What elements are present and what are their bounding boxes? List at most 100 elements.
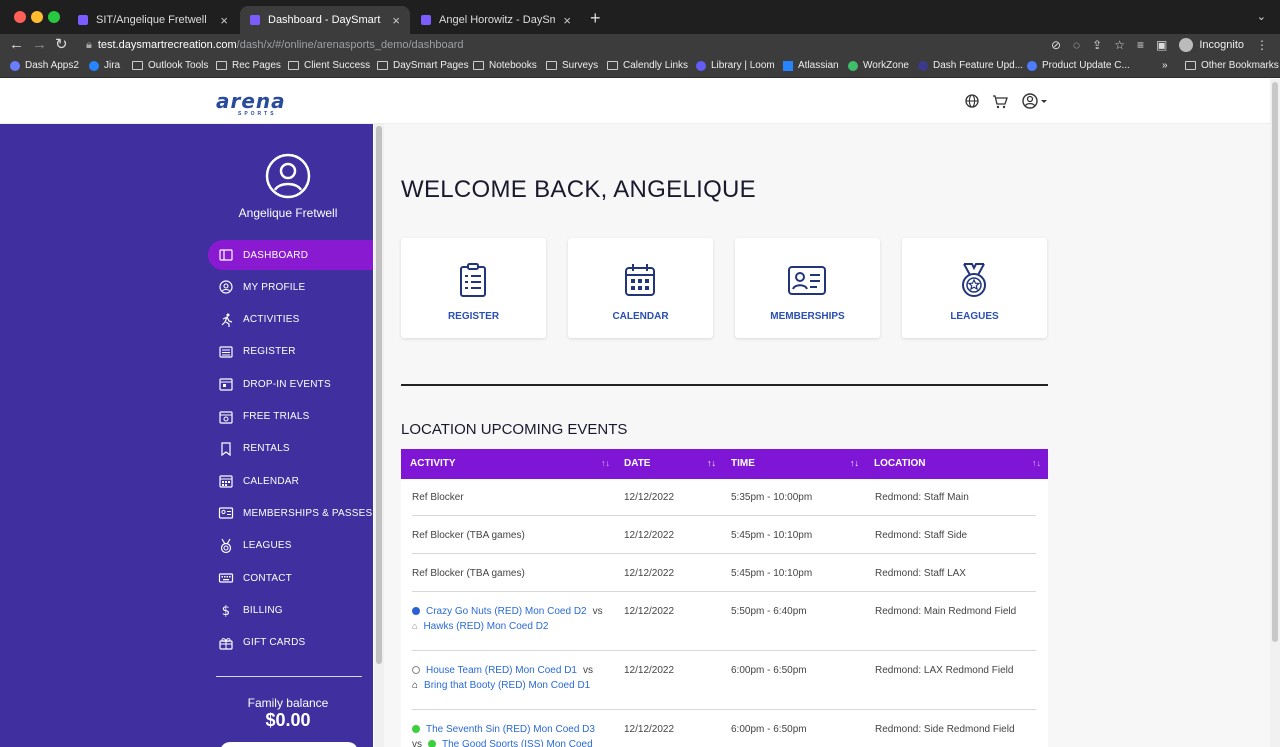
sidebar-item-register[interactable]: REGISTER	[208, 337, 373, 367]
side-panel-icon[interactable]: ▣	[1156, 38, 1167, 52]
bookmark-label: Library | Loom	[711, 60, 775, 71]
membership-icon	[218, 507, 234, 519]
sort-icon[interactable]: ↑↓	[601, 458, 610, 468]
bookmark-item[interactable]: Product Update C...	[1027, 60, 1130, 71]
bookmark-item[interactable]: Library | Loom	[696, 60, 775, 71]
close-window-button[interactable]	[14, 11, 26, 23]
bookmark-item[interactable]: WorkZone	[848, 60, 909, 71]
game-team-away[interactable]: ⌂ Hawks (RED) Mon Coed D2	[412, 621, 548, 632]
site-header: arena SPORTS	[0, 79, 1270, 124]
arena-logo[interactable]: arena	[216, 89, 286, 113]
bookmark-item[interactable]: Dash Apps2	[10, 60, 79, 71]
bookmark-folder[interactable]: Outlook Tools	[132, 60, 208, 71]
eye-off-icon[interactable]: ◌	[1073, 38, 1080, 52]
bookmark-folder[interactable]: Rec Pages	[216, 60, 281, 71]
balance-action-button[interactable]	[220, 742, 358, 747]
date-cell: 12/12/2022	[624, 568, 675, 579]
sort-icon[interactable]: ↑↓	[1032, 458, 1041, 468]
forward-arrow-icon[interactable]: →	[32, 36, 47, 54]
register-card[interactable]: REGISTER	[401, 238, 546, 338]
column-date[interactable]: DATE	[624, 458, 650, 469]
new-tab-plus-icon[interactable]: +	[590, 8, 601, 29]
close-tab-icon[interactable]: ×	[392, 13, 400, 28]
sidebar-item-memberships-passes[interactable]: MEMBERSHIPS & PASSES	[208, 498, 373, 528]
bookmark-folder[interactable]: DaySmart Pages	[377, 60, 469, 71]
team-name: House Team (RED) Mon Coed D1	[426, 665, 577, 676]
globe-icon[interactable]	[962, 91, 982, 111]
game-team-home[interactable]: House Team (RED) Mon Coed D1 vs	[412, 665, 593, 676]
bookmark-folder[interactable]: Other Bookmarks	[1185, 60, 1279, 71]
incognito-profile[interactable]: Incognito	[1179, 38, 1244, 52]
sidebar-item-free-trials[interactable]: FREE TRIALS	[208, 402, 373, 432]
browser-tab[interactable]: SIT/Angelique Fretwell ×	[68, 6, 238, 34]
bookmark-item[interactable]: Dash Feature Upd...	[918, 60, 1023, 71]
bookmark-star-icon[interactable]: ☆	[1114, 38, 1125, 52]
game-team-away[interactable]: ⌂ Bring that Booty (RED) Mon Coed D1	[412, 680, 590, 691]
bookmark-label: Rec Pages	[232, 60, 281, 71]
back-arrow-icon[interactable]: ←	[9, 36, 24, 54]
browser-menu-icon[interactable]: ⋮	[1256, 38, 1268, 52]
bookmark-favicon-icon	[10, 60, 20, 71]
bookmark-folder[interactable]: Surveys	[546, 60, 598, 71]
sidebar-item-gift-cards[interactable]: GIFT CARDS	[208, 628, 373, 658]
browser-tab-bar: SIT/Angelique Fretwell × Dashboard - Day…	[0, 0, 1280, 34]
column-location[interactable]: LOCATION	[874, 458, 925, 469]
close-tab-icon[interactable]: ×	[563, 13, 571, 28]
team-color-dot-icon	[412, 607, 420, 615]
sidebar-item-my-profile[interactable]: MY PROFILE	[208, 272, 373, 302]
sidebar-item-rentals[interactable]: RENTALS	[208, 434, 373, 464]
bookmark-folder[interactable]: Client Success	[288, 60, 370, 71]
sidebar-scrollbar-thumb[interactable]	[376, 126, 382, 664]
calendar-card[interactable]: CALENDAR	[568, 238, 713, 338]
sidebar-item-activities[interactable]: ACTIVITIES	[208, 305, 373, 335]
folder-icon	[377, 61, 388, 70]
gift-icon	[219, 637, 233, 650]
user-account-icon[interactable]	[1020, 91, 1050, 111]
column-activity[interactable]: ACTIVITY	[410, 458, 456, 469]
reading-list-icon[interactable]: ≡	[1137, 38, 1144, 52]
leagues-card[interactable]: LEAGUES	[902, 238, 1047, 338]
home-filled-icon: ⌂	[412, 680, 419, 691]
row-divider	[412, 650, 1036, 651]
game-team-home[interactable]: Crazy Go Nuts (RED) Mon Coed D2 vs	[412, 606, 603, 617]
cart-icon[interactable]	[990, 91, 1010, 111]
bookmark-folder[interactable]: Calendly Links	[607, 60, 688, 71]
user-avatar-icon[interactable]	[265, 153, 311, 199]
game-team-away[interactable]: vs The Good Sports (ISS) Mon Coed	[412, 739, 593, 747]
address-bar[interactable]: 🔒︎ test.daysmartrecreation.com/dash/x/#/o…	[86, 36, 1132, 54]
sidebar-item-billing[interactable]: $ BILLING	[208, 595, 373, 625]
sidebar-item-label: FREE TRIALS	[243, 411, 310, 422]
tab-title: SIT/Angelique Fretwell	[96, 14, 207, 26]
bookmark-label: Surveys	[562, 60, 599, 71]
sidebar-item-contact[interactable]: CONTACT	[208, 563, 373, 593]
game-team-home[interactable]: The Seventh Sin (RED) Mon Coed D3	[412, 724, 595, 735]
memberships-card[interactable]: MEMBERSHIPS	[735, 238, 880, 338]
sidebar-item-leagues[interactable]: LEAGUES	[208, 531, 373, 561]
team-name: Bring that Booty (RED) Mon Coed D1	[424, 680, 591, 691]
team-name: The Good Sports (ISS) Mon Coed	[442, 739, 593, 747]
home-outline-icon: ⌂	[412, 621, 418, 631]
share-icon[interactable]: ⇪	[1092, 38, 1102, 52]
sidebar-item-calendar[interactable]: CALENDAR	[208, 466, 373, 496]
reload-icon[interactable]: ↻	[55, 36, 68, 54]
bookmark-item[interactable]: Atlassian	[783, 60, 839, 71]
bookmark-folder[interactable]: Notebooks	[473, 60, 537, 71]
browser-tab-active[interactable]: Dashboard - DaySmart Recreation ×	[240, 6, 410, 34]
minimize-window-button[interactable]	[31, 11, 43, 23]
bookmarks-overflow[interactable]: »	[1162, 60, 1168, 71]
workzone-icon	[848, 60, 858, 71]
zoom-window-button[interactable]	[48, 11, 60, 23]
browser-tab[interactable]: Angel Horowitz - DaySmart Re ×	[411, 6, 581, 34]
family-balance-label: Family balance	[247, 696, 329, 710]
column-time[interactable]: TIME	[731, 458, 755, 469]
sidebar-item-drop-in-events[interactable]: DROP-IN EVENTS	[208, 369, 373, 399]
bookmark-item[interactable]: Jira	[89, 60, 120, 71]
sort-icon[interactable]: ↑↓	[850, 458, 859, 468]
location-cell: Redmond: Side Redmond Field	[875, 724, 1015, 735]
sort-icon[interactable]: ↑↓	[707, 458, 716, 468]
sidebar-item-dashboard[interactable]: DASHBOARD	[208, 240, 373, 270]
tab-search-chevron-icon[interactable]: ⌄	[1257, 10, 1266, 23]
tracking-blocked-icon[interactable]: ⊘	[1051, 38, 1061, 52]
page-scrollbar-thumb[interactable]	[1272, 82, 1278, 642]
close-tab-icon[interactable]: ×	[220, 13, 228, 28]
